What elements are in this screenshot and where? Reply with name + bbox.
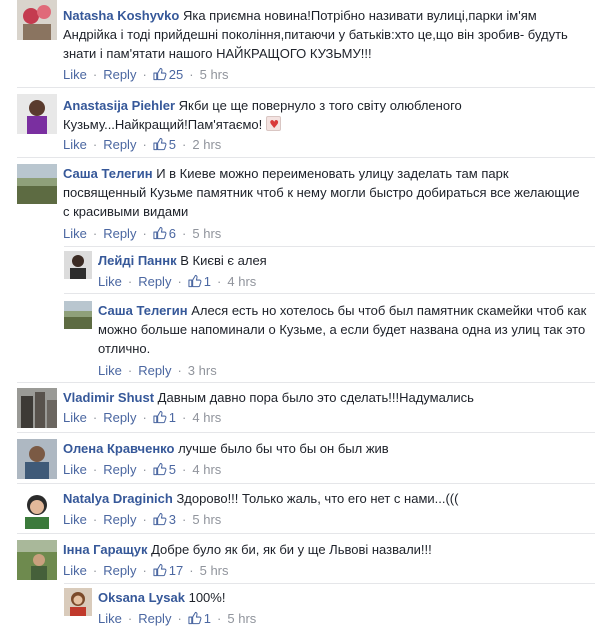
like-link[interactable]: Like <box>98 363 122 378</box>
divider <box>64 246 595 247</box>
like-link[interactable]: Like <box>63 226 87 241</box>
comment-text: лучше было бы что бы он был жив <box>178 441 389 456</box>
reply-link[interactable]: Reply <box>103 512 136 527</box>
comment-author[interactable]: Natalya Draginich <box>63 491 173 506</box>
comment-author[interactable]: Vladimir Shust <box>63 390 154 405</box>
divider <box>64 583 595 584</box>
comment-author[interactable]: Олена Кравченко <box>63 441 174 456</box>
reply-link[interactable]: Reply <box>138 363 171 378</box>
reply-link[interactable]: Reply <box>103 462 136 477</box>
comment-actions: Like · Reply · 3 · 5 hrs <box>63 512 222 527</box>
comment-time[interactable]: 5 hrs <box>227 611 256 626</box>
avatar[interactable] <box>17 0 57 40</box>
like-count[interactable]: 5 <box>169 462 176 477</box>
comment-text: Здорово!!! Только жаль, что его нет с на… <box>176 491 459 506</box>
reply-link[interactable]: Reply <box>103 226 136 241</box>
comment-time[interactable]: 5 hrs <box>200 67 229 82</box>
like-count[interactable]: 6 <box>169 226 176 241</box>
comment-author[interactable]: Інна Гаращук <box>63 542 147 557</box>
reply-link[interactable]: Reply <box>103 410 136 425</box>
comment-actions: Like · Reply · 5 · 4 hrs <box>63 462 222 477</box>
like-thumb-icon <box>153 462 167 476</box>
comment-time[interactable]: 4 hrs <box>192 410 221 425</box>
like-link[interactable]: Like <box>63 67 87 82</box>
comment-author[interactable]: Саша Телегин <box>98 303 188 318</box>
avatar[interactable] <box>17 94 57 134</box>
comment-author[interactable]: Oksana Lysak <box>98 590 185 605</box>
reply-link[interactable]: Reply <box>138 611 171 626</box>
like-count[interactable]: 1 <box>204 611 211 626</box>
comment-actions: Like · Reply · 17 · 5 hrs <box>63 563 229 578</box>
avatar[interactable] <box>64 588 92 616</box>
like-thumb-icon <box>153 137 167 151</box>
like-link[interactable]: Like <box>63 410 87 425</box>
comment-text: 100%! <box>188 590 226 605</box>
heart-emoji-icon <box>266 115 282 134</box>
comment-time[interactable]: 5 hrs <box>200 563 229 578</box>
divider <box>17 533 595 534</box>
like-thumb-icon <box>153 563 167 577</box>
like-thumb-icon <box>153 226 167 240</box>
divider <box>17 87 595 88</box>
divider <box>17 432 595 433</box>
like-link[interactable]: Like <box>98 274 122 289</box>
like-thumb-icon <box>153 67 167 81</box>
avatar[interactable] <box>17 489 57 529</box>
divider <box>17 382 595 383</box>
like-count[interactable]: 25 <box>169 67 183 82</box>
like-link[interactable]: Like <box>63 137 87 152</box>
divider <box>17 483 595 484</box>
reply-link[interactable]: Reply <box>103 67 136 82</box>
comment-author[interactable]: Natasha Koshyvko <box>63 8 179 23</box>
like-count[interactable]: 1 <box>204 274 211 289</box>
comment-text: В Києві є алея <box>180 253 267 268</box>
like-thumb-icon <box>188 274 202 288</box>
avatar[interactable] <box>17 439 57 479</box>
like-link[interactable]: Like <box>63 512 87 527</box>
avatar[interactable] <box>17 388 57 428</box>
comment-actions: Like · Reply · 25 · 5 hrs <box>63 67 229 82</box>
comment-time[interactable]: 5 hrs <box>192 226 221 241</box>
avatar[interactable] <box>17 164 57 204</box>
comment-author[interactable]: Anastasija Piehler <box>63 98 175 113</box>
like-count[interactable]: 5 <box>169 137 176 152</box>
like-thumb-icon <box>153 410 167 424</box>
avatar[interactable] <box>17 540 57 580</box>
comment-time[interactable]: 3 hrs <box>188 363 217 378</box>
comment-actions: Like · Reply · 6 · 5 hrs <box>63 226 222 241</box>
comment-actions: Like · Reply · 1 · 5 hrs <box>98 611 257 626</box>
like-thumb-icon <box>153 512 167 526</box>
like-count[interactable]: 17 <box>169 563 183 578</box>
like-link[interactable]: Like <box>63 462 87 477</box>
like-link[interactable]: Like <box>63 563 87 578</box>
comment-actions: Like · Reply · 1 · 4 hrs <box>63 410 222 425</box>
like-thumb-icon <box>188 611 202 625</box>
comment-time[interactable]: 5 hrs <box>192 512 221 527</box>
comment-text: Добре було як би, як би у ще Львові назв… <box>151 542 432 557</box>
comment-actions: Like · Reply · 5 · 2 hrs <box>63 137 222 152</box>
comment-time[interactable]: 2 hrs <box>192 137 221 152</box>
comment-actions: Like · Reply · 3 hrs <box>98 363 217 378</box>
divider <box>64 293 595 294</box>
comment-actions: Like · Reply · 1 · 4 hrs <box>98 274 257 289</box>
comment-time[interactable]: 4 hrs <box>227 274 256 289</box>
avatar[interactable] <box>64 251 92 279</box>
divider <box>17 157 595 158</box>
comment-author[interactable]: Саша Телегин <box>63 166 153 181</box>
reply-link[interactable]: Reply <box>138 274 171 289</box>
reply-link[interactable]: Reply <box>103 563 136 578</box>
avatar[interactable] <box>64 301 92 329</box>
comment-time[interactable]: 4 hrs <box>192 462 221 477</box>
like-count[interactable]: 3 <box>169 512 176 527</box>
like-count[interactable]: 1 <box>169 410 176 425</box>
comment-text: Давным давно пора было это сделать!!!Над… <box>157 390 474 405</box>
reply-link[interactable]: Reply <box>103 137 136 152</box>
like-link[interactable]: Like <box>98 611 122 626</box>
comment-author[interactable]: Лейді Паннк <box>98 253 177 268</box>
